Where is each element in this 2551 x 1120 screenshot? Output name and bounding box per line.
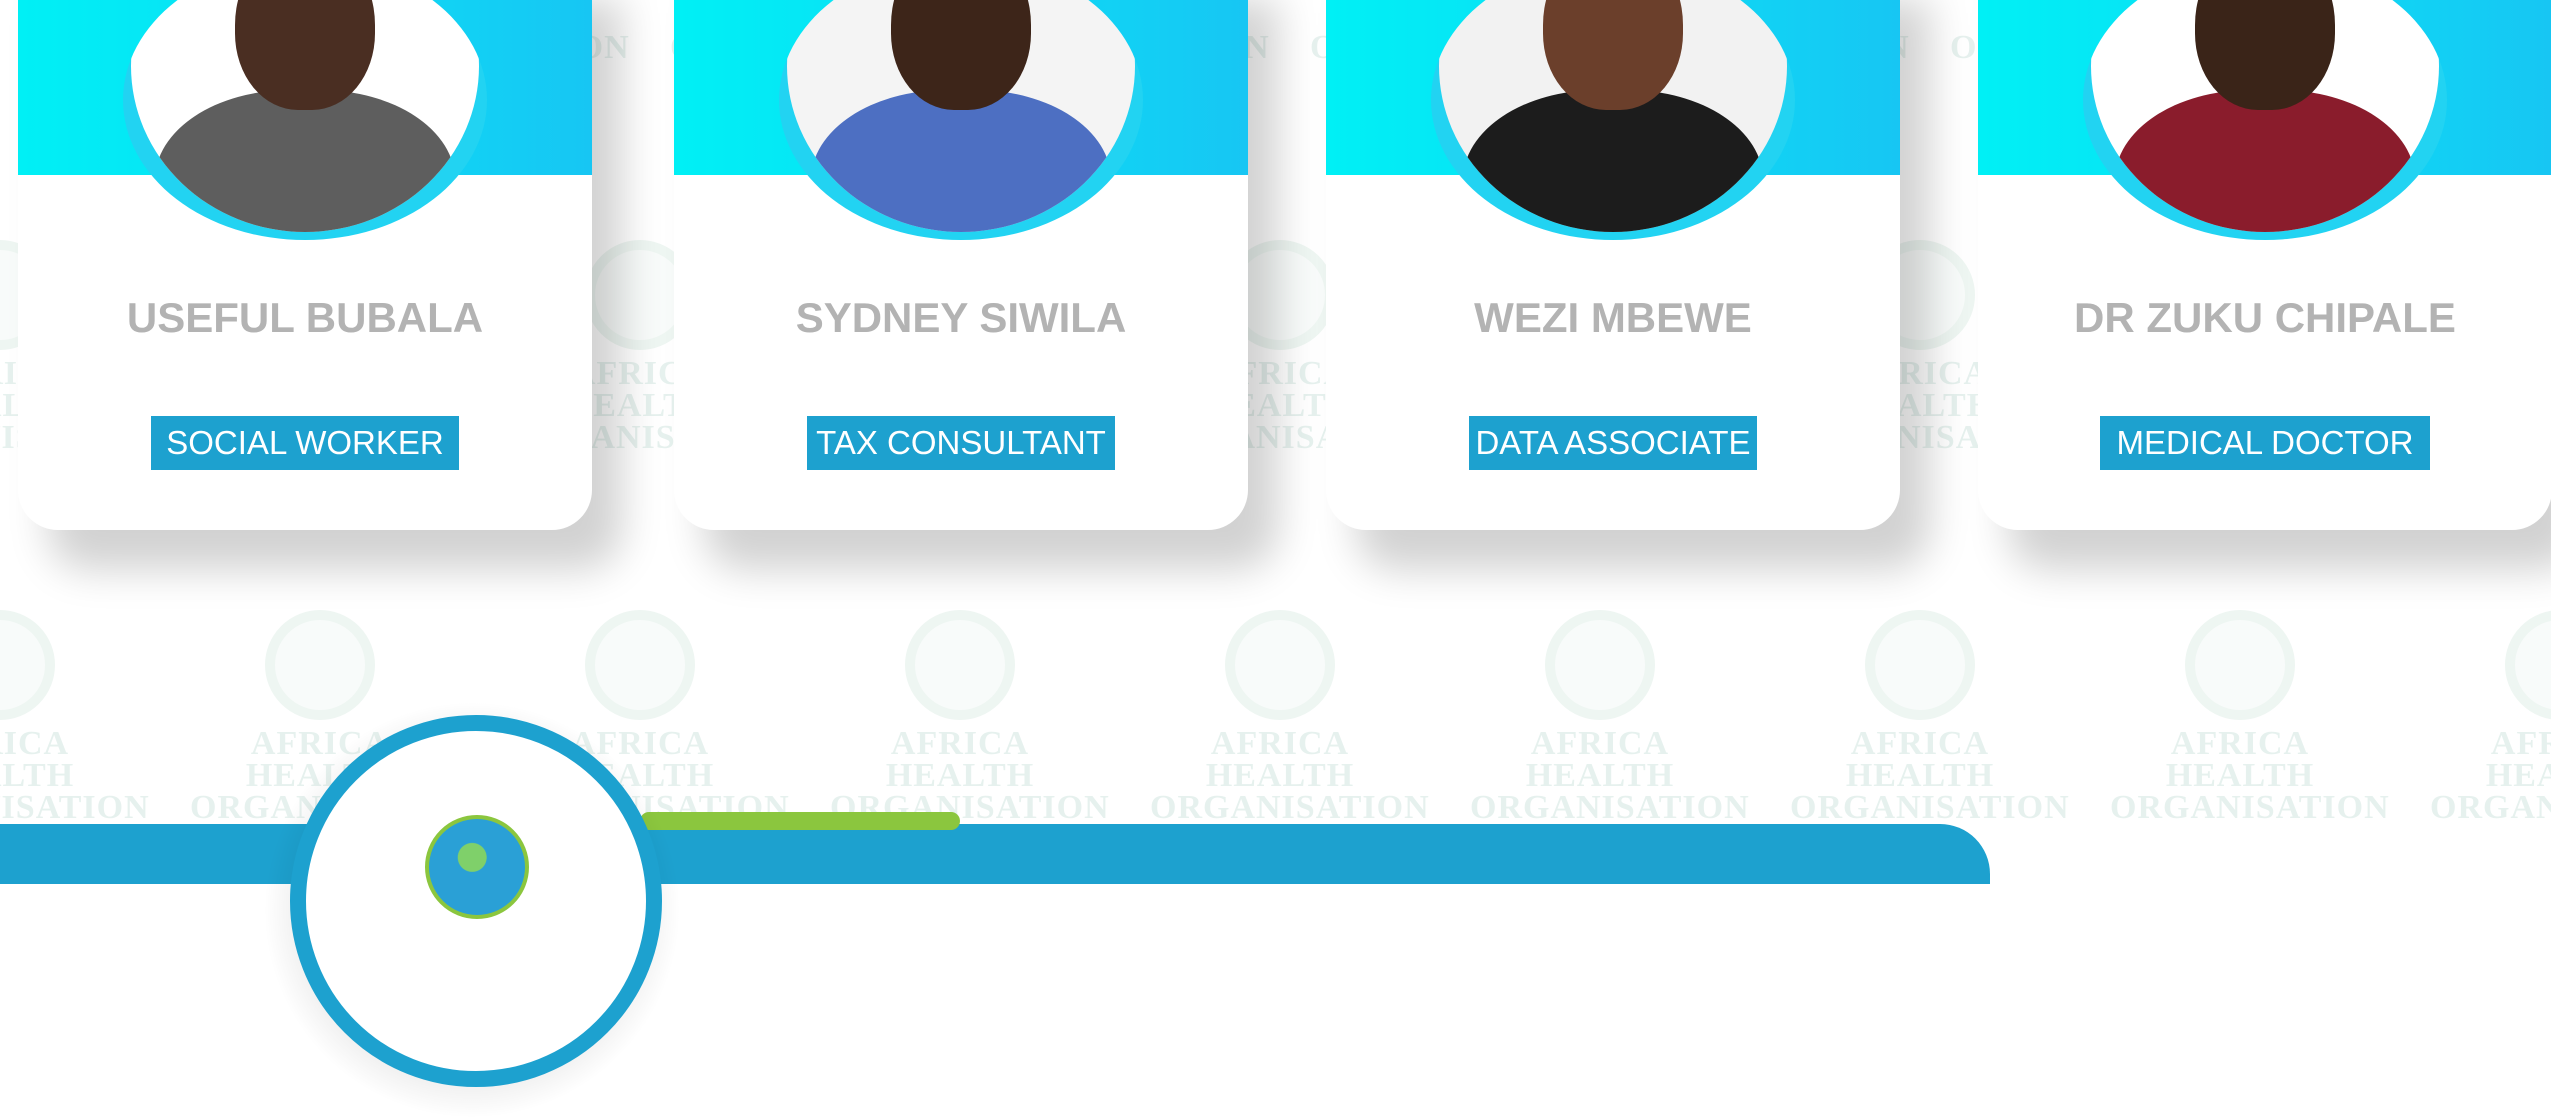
member-name: WEZI MBEWE [1474,294,1752,341]
watermark-line2: ORGANISATION [1470,789,1750,826]
watermark-line1: AFRICA HEALTH [1205,725,1355,794]
watermark-line2: ORGANISATION [2110,789,2390,826]
watermark-line1: AFRICA HEALTH [1845,725,1995,794]
watermark-line1: AFRICA HEALTH [2165,725,2315,794]
team-card: DR ZUKU CHIPALE MEDICAL DOCTOR [1978,0,2551,530]
watermark-logo: AFRICA HEALTHORGANISATION [0,610,150,826]
member-role-badge: MEDICAL DOCTOR [2100,416,2430,470]
globe-logo-icon [425,815,529,919]
watermark-logo: AFRICA HEALTHORGANISATION [1790,610,2070,826]
watermark-globe-icon [1865,610,1975,720]
watermark-logo: AFRICA HEALTHORGANISATION [2430,610,2551,826]
team-card: WEZI MBEWE DATA ASSOCIATE [1326,0,1900,530]
footer-accent-bar [640,812,960,830]
profile-photo [787,0,1135,232]
watermark-logo: AFRICA HEALTHORGANISATION [2110,610,2390,826]
watermark-line2: ORGANISATION [0,789,150,826]
member-role-badge: DATA ASSOCIATE [1469,416,1757,470]
profile-photo [131,0,479,232]
watermark-globe-icon [0,610,55,720]
watermark-globe-icon [1225,610,1335,720]
team-card: SYDNEY SIWILA TAX CONSULTANT [674,0,1248,530]
photo-frame [779,0,1143,240]
watermark-globe-icon [1545,610,1655,720]
watermark-line1: AFRICA HEALTH [1525,725,1675,794]
member-name: SYDNEY SIWILA [795,294,1127,341]
watermark-globe-icon [905,610,1015,720]
watermark-logo: AFRICA HEALTHORGANISATION [1470,610,1750,826]
photo-frame [2083,0,2447,240]
watermark-line2: ORGANISATION [1790,789,2070,826]
member-role-badge: TAX CONSULTANT [807,416,1115,470]
photo-frame [1431,0,1795,240]
watermark-globe-icon [265,610,375,720]
watermark-logo: AFRICA HEALTHORGANISATION [830,610,1109,825]
member-name: DR ZUKU CHIPALE [2074,294,2456,341]
profile-photo [2091,0,2439,232]
watermark-globe-icon [2185,610,2295,720]
watermark-logo: AFRICA HEALTHORGANISATION [1150,610,1430,826]
member-role-badge: SOCIAL WORKER [151,416,459,470]
watermark-line1: AFRICA HEALTH [0,725,75,794]
watermark-line2: ORGANISATION [1150,789,1430,826]
profile-photo [1439,0,1787,232]
watermark-globe-icon [2505,610,2551,720]
watermark-line1: AFRICA HEALTH [885,725,1035,794]
watermark-line1: AFRICA HEALTH [2485,725,2551,794]
photo-frame [123,0,487,240]
member-name: USEFUL BUBALA [126,294,484,341]
watermark-globe-icon [585,610,695,720]
team-card: USEFUL BUBALA SOCIAL WORKER [18,0,592,530]
watermark-line2: ORGANISATION [2430,789,2551,826]
